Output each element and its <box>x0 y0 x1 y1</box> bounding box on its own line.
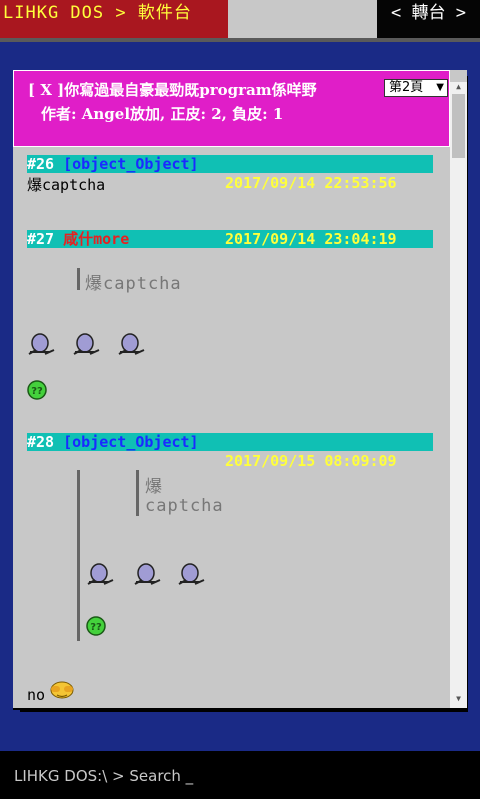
post-reply: no <box>27 686 46 704</box>
window-edge <box>13 708 467 710</box>
quote-bar-inner <box>136 470 139 516</box>
command-prompt[interactable]: LIHKG DOS:\ > Search _ <box>0 751 480 799</box>
prompt-text[interactable]: LIHKG DOS:\ > Search _ <box>14 767 193 785</box>
thread-window: [ X ]你寫過最自豪最勁既program係咩野 作者: Angel放加, 正皮… <box>13 70 467 708</box>
crawl-emoji-icon <box>72 332 102 360</box>
crawl-emoji-icon <box>86 562 116 590</box>
repost-button[interactable]: < 轉台 > <box>377 0 480 38</box>
thread-title: [ X ]你寫過最自豪最勁既program係咩野 <box>28 81 317 99</box>
crawl-emoji-icon <box>177 562 207 590</box>
post-header-27: #27 咸什more 2017/09/14 23:04:19 <box>27 230 433 248</box>
confused-emoji-icon: ?? <box>27 380 47 404</box>
quote-text: captcha <box>145 496 224 516</box>
post-username[interactable]: 咸什more <box>63 230 129 248</box>
divider <box>0 38 480 42</box>
page-select-value: 第2頁 <box>389 80 424 95</box>
covering-eyes-emoji-icon <box>47 678 77 704</box>
thread-header: [ X ]你寫過最自豪最勁既program係咩野 作者: Angel放加, 正皮… <box>13 70 450 147</box>
post-username[interactable]: [object_Object] <box>63 433 198 451</box>
post-number: #27 <box>27 230 55 248</box>
scroll-thumb[interactable] <box>452 94 465 158</box>
page-select[interactable]: 第2頁 ▼ <box>384 79 448 97</box>
post-number: #26 <box>27 155 55 173</box>
quote-text: 爆 <box>145 477 163 497</box>
quote-text: 爆captcha <box>85 274 182 294</box>
post-username[interactable]: [object_Object] <box>63 155 198 173</box>
crawl-emoji-icon <box>117 332 147 360</box>
post-timestamp: 2017/09/14 22:53:56 <box>225 174 397 192</box>
quote-bar-outer <box>77 470 80 641</box>
crawl-emoji-icon <box>27 332 57 360</box>
post-timestamp: 2017/09/15 08:09:09 <box>225 452 397 470</box>
breadcrumb[interactable]: LIHKG DOS > 軟件台 <box>0 0 228 38</box>
thread-meta: 作者: Angel放加, 正皮: 2, 負皮: 1 <box>41 105 284 123</box>
post-number: #28 <box>27 433 55 451</box>
chevron-down-icon: ▼ <box>436 82 444 93</box>
post-timestamp: 2017/09/14 23:04:19 <box>225 230 397 248</box>
post-header-26: #26 [object_Object] <box>27 155 433 173</box>
svg-text:??: ?? <box>31 386 43 397</box>
post-content: 爆captcha <box>27 176 106 194</box>
scrollbar[interactable]: ▲ ▼ <box>450 82 467 708</box>
quote-bar <box>77 268 80 290</box>
scroll-down-icon[interactable]: ▼ <box>450 694 467 706</box>
scroll-up-icon[interactable]: ▲ <box>450 82 467 94</box>
top-bar: LIHKG DOS > 軟件台 < 轉台 > <box>0 0 480 38</box>
crawl-emoji-icon <box>133 562 163 590</box>
confused-emoji-icon: ?? <box>86 616 106 640</box>
svg-text:??: ?? <box>90 622 102 633</box>
post-header-28: #28 [object_Object] <box>27 433 433 451</box>
